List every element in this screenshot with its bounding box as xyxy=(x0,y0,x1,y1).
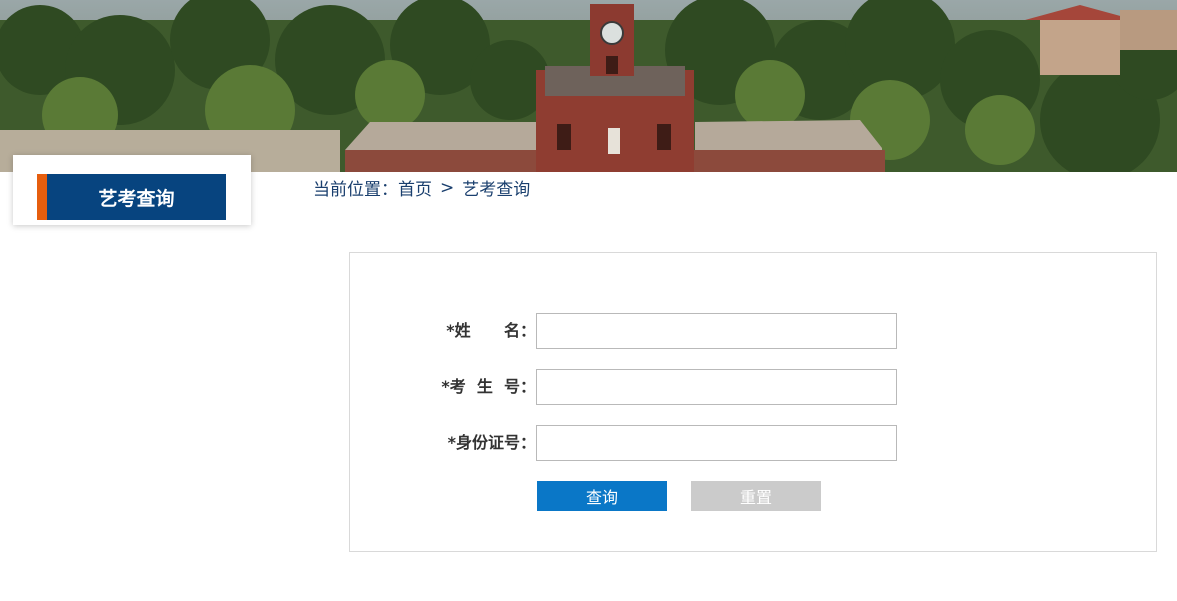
sidebar-card: 艺考查询 xyxy=(13,155,251,225)
breadcrumb-prefix: 当前位置： xyxy=(313,180,398,200)
sidebar-title: 艺考查询 xyxy=(37,174,226,220)
breadcrumb-home-link[interactable]: 首页 xyxy=(398,175,432,200)
reset-button[interactable]: 重置 xyxy=(691,481,821,511)
exam-number-input[interactable] xyxy=(536,369,897,405)
campus-photo xyxy=(0,0,1177,172)
query-button[interactable]: 查询 xyxy=(537,481,667,511)
exam-number-label: *考 生 号： xyxy=(441,377,536,396)
id-number-input[interactable] xyxy=(536,425,897,461)
id-number-row: *身份证号： xyxy=(350,425,1156,461)
breadcrumb: 当前位置： 首页 > 艺考查询 xyxy=(313,175,530,201)
id-number-label: *身份证号： xyxy=(447,433,536,452)
name-input[interactable] xyxy=(536,313,897,349)
breadcrumb-separator: > xyxy=(440,177,455,198)
name-row: *姓 名： xyxy=(350,313,1156,349)
breadcrumb-current-link[interactable]: 艺考查询 xyxy=(462,175,530,200)
header-banner-image xyxy=(0,0,1177,172)
exam-number-row: *考 生 号： xyxy=(350,369,1156,405)
name-label: *姓 名： xyxy=(446,321,536,340)
query-form-panel: *姓 名： *考 生 号： *身份证号： 查询 重置 xyxy=(349,252,1157,552)
